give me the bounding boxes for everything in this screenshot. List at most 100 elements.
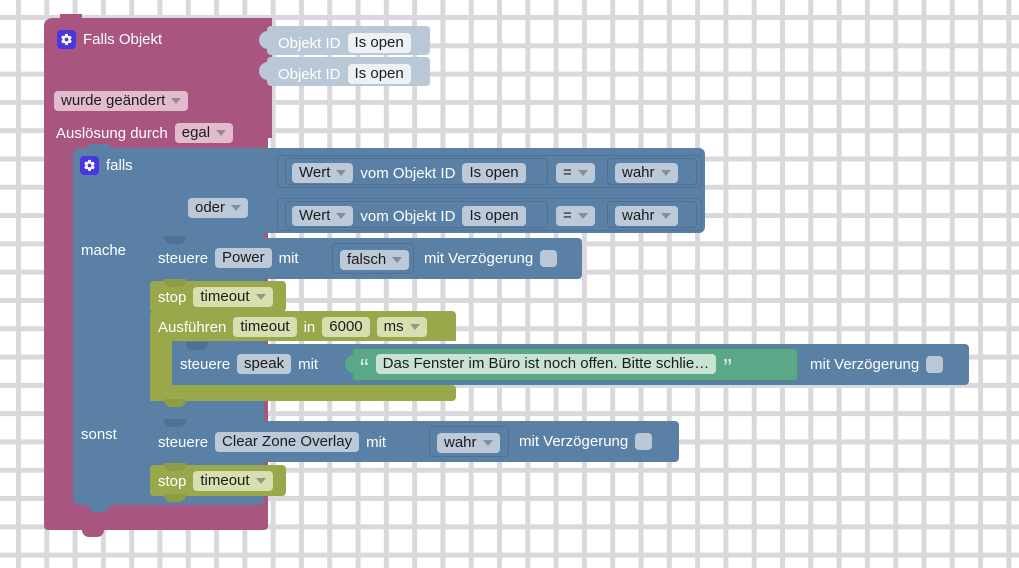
condition-comparator-dropdown[interactable]: = xyxy=(556,163,595,183)
condition-comparator-dropdown[interactable]: = xyxy=(556,206,595,226)
speak-delay-row: mit Verzögerung xyxy=(810,356,944,373)
chevron-down-icon xyxy=(577,212,588,219)
condition-comparator-label: = xyxy=(563,164,572,181)
condition-compare-value-row-1: wahr xyxy=(615,163,678,183)
control-value-label: falsch xyxy=(347,251,387,268)
conditional-do-label-row: mache xyxy=(81,243,126,258)
condition-row-1: Wert vom Objekt ID Is open xyxy=(292,163,526,183)
gear-icon[interactable] xyxy=(57,30,76,49)
else-control-delay-label: mit Verzögerung xyxy=(519,433,629,450)
speak-with-label: mit xyxy=(298,355,319,373)
chevron-down-icon xyxy=(577,169,588,176)
control-target-field[interactable]: Power xyxy=(215,248,272,268)
trigger-block-top-notch xyxy=(60,14,82,23)
trigger-source-label: Auslösung durch xyxy=(56,124,168,142)
timer-run-in-label: in xyxy=(303,318,316,336)
chevron-down-icon xyxy=(409,323,420,330)
condition-object-field[interactable]: Is open xyxy=(462,163,526,183)
chevron-down-icon xyxy=(336,169,347,176)
trigger-source-dropdown[interactable]: egal xyxy=(174,123,234,143)
condition-mode-label: Wert xyxy=(299,164,331,181)
control-value-dropdown[interactable]: falsch xyxy=(340,250,410,270)
condition-compare-value-dropdown[interactable]: wahr xyxy=(615,163,678,183)
chevron-down-icon xyxy=(660,212,671,219)
chevron-down-icon xyxy=(255,293,266,300)
trigger-block-foot-notch xyxy=(82,528,104,537)
trigger-block-foot xyxy=(44,503,268,530)
object-id-field[interactable]: Is open xyxy=(347,64,411,84)
do-statement-control-notch xyxy=(164,236,186,244)
do-statement-timer-run-foot xyxy=(150,385,456,401)
control-verb-label: steuere xyxy=(158,249,209,267)
condition-row-2: Wert vom Objekt ID Is open xyxy=(292,206,526,226)
chevron-down-icon xyxy=(216,129,227,136)
chevron-down-icon xyxy=(660,169,671,176)
else-control-verb-label: steuere xyxy=(158,433,209,451)
do-statement-timer-stop-row: stop timeout xyxy=(158,287,273,307)
else-control-delay-row: mit Verzögerung xyxy=(519,433,653,450)
condition-mode-label: Wert xyxy=(299,207,331,224)
else-timer-stop-name-dropdown[interactable]: timeout xyxy=(193,471,273,491)
speak-string-row: “ Das Fenster im Büro ist noch offen. Bi… xyxy=(360,353,732,383)
speak-verb-label: steuere xyxy=(180,355,231,373)
object-id-label: Objekt ID xyxy=(278,34,341,52)
change-type-dropdown[interactable]: wurde geändert xyxy=(54,91,189,111)
condition-object-field[interactable]: Is open xyxy=(462,206,526,226)
blockly-workspace[interactable]: Falls Objekt Objekt ID Is open Objekt ID… xyxy=(0,0,1019,568)
condition-of-label: vom Objekt ID xyxy=(360,164,456,182)
else-control-value-label: wahr xyxy=(444,434,477,451)
condition-of-label: vom Objekt ID xyxy=(360,207,456,225)
condition-compare-value-row-2: wahr xyxy=(615,206,678,226)
speak-target-field[interactable]: speak xyxy=(237,354,292,374)
object-value-row-1: Objekt ID Is open xyxy=(278,33,411,53)
control-with-label: mit xyxy=(278,249,299,267)
object-id-field[interactable]: Is open xyxy=(347,33,411,53)
object-value-row-2: Objekt ID Is open xyxy=(278,64,411,84)
conditional-block-bottom-notch xyxy=(88,503,110,512)
timer-stop-name-label: timeout xyxy=(200,288,250,305)
quote-close-icon: ” xyxy=(723,353,732,383)
condition-comparator-row-2: = xyxy=(556,206,595,226)
timer-run-unit-dropdown[interactable]: ms xyxy=(376,317,427,337)
logic-operator-row: oder xyxy=(188,198,249,218)
trigger-source-dropdown-label: egal xyxy=(181,124,211,141)
else-control-delay-checkbox[interactable] xyxy=(635,433,653,450)
chevron-down-icon xyxy=(392,256,403,263)
chevron-down-icon xyxy=(255,477,266,484)
condition-compare-value-dropdown[interactable]: wahr xyxy=(615,206,678,226)
condition-compare-value-label: wahr xyxy=(622,207,655,224)
chevron-down-icon xyxy=(231,204,242,211)
control-delay-row: mit Verzögerung xyxy=(424,250,558,267)
control-delay-label: mit Verzögerung xyxy=(424,250,534,267)
timer-run-unit-label: ms xyxy=(383,318,404,335)
trigger-title: Falls Objekt xyxy=(83,31,163,48)
change-type-dropdown-label: wurde geändert xyxy=(61,92,166,109)
conditional-do-label: mache xyxy=(81,242,127,259)
condition-mode-dropdown[interactable]: Wert xyxy=(292,206,354,226)
condition-compare-value-label: wahr xyxy=(622,164,655,181)
timer-run-duration-field[interactable]: 6000 xyxy=(322,317,370,337)
else-timer-stop-name-label: timeout xyxy=(200,472,250,489)
timer-stop-name-dropdown[interactable]: timeout xyxy=(193,287,273,307)
control-value-row: falsch xyxy=(340,250,410,270)
timer-run-name-field[interactable]: timeout xyxy=(233,317,297,337)
do-statement-control-row: steuere Power mit xyxy=(158,248,299,268)
speak-text-field[interactable]: Das Fenster im Büro ist noch offen. Bitt… xyxy=(375,354,717,374)
conditional-if-label: falls xyxy=(106,157,133,174)
conditional-block-top-notch xyxy=(88,144,110,153)
speak-delay-checkbox[interactable] xyxy=(926,356,944,373)
else-control-value-dropdown[interactable]: wahr xyxy=(437,433,500,453)
condition-comparator-row-1: = xyxy=(556,163,595,183)
else-control-value-row: wahr xyxy=(437,433,500,453)
gear-icon[interactable] xyxy=(80,156,99,175)
conditional-else-label-row: sonst xyxy=(81,427,117,442)
logic-operator-dropdown-label: oder xyxy=(195,199,226,216)
else-control-target-field[interactable]: Clear Zone Overlay xyxy=(215,432,360,452)
do-statement-timer-run-bottom-notch xyxy=(164,399,186,407)
do-statement-timer-run-row: Ausführen timeout in 6000 ms xyxy=(158,317,427,337)
chevron-down-icon xyxy=(482,439,493,446)
condition-mode-dropdown[interactable]: Wert xyxy=(292,163,354,183)
logic-operator-dropdown[interactable]: oder xyxy=(188,198,249,218)
else-statement-control-notch xyxy=(164,419,186,427)
control-delay-checkbox[interactable] xyxy=(540,250,558,267)
